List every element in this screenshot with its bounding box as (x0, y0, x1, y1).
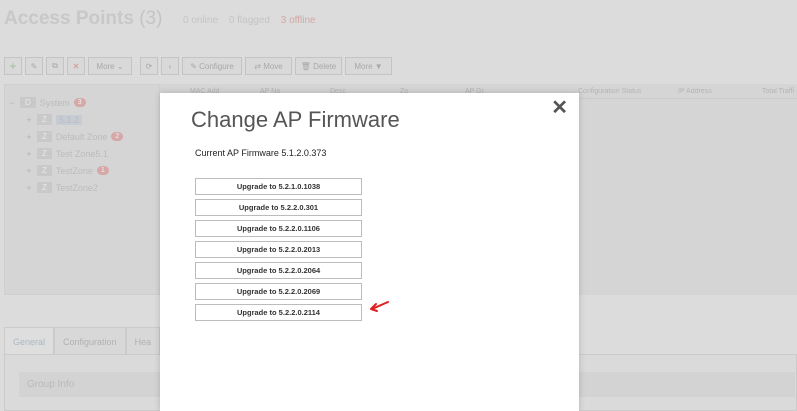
plus-icon[interactable]: + (4, 57, 22, 75)
move-label: Move (263, 61, 283, 71)
offline-count: 3 offline (280, 15, 316, 26)
red-arrow-icon (370, 301, 389, 312)
expand-icon[interactable]: + (25, 149, 33, 159)
tree-item-label: TestZone (55, 165, 93, 176)
upgrade-button[interactable]: Upgrade to 5.2.2.0.1106 (195, 220, 362, 237)
tree-item-label: 5.1.2 (55, 114, 82, 125)
tree-item-label: TestZone2 (55, 182, 98, 193)
page-title-text: Access Points (4, 8, 134, 29)
tree-item-zone[interactable]: + Z TestZone 1 (25, 165, 109, 176)
tree-toolbar: + ✎ ⧉ ✕ More ⌄ (4, 57, 132, 75)
page-title-count: (3) (139, 8, 163, 29)
dialog-title: Change AP Firmware (191, 107, 400, 132)
tree-item-label: Default Zone (55, 131, 108, 142)
column-header[interactable]: Total Traffi (762, 88, 794, 95)
upgrade-button[interactable]: Upgrade to 5.2.2.0.2064 (195, 262, 362, 279)
domain-tag: D (20, 97, 36, 108)
tree-item-badge: 3 (73, 98, 86, 107)
grid-toolbar: ⟳ ‹ ✎ Configure ⇄ Move 🗑 Delete More ▼ (140, 57, 392, 75)
tree-item-zone[interactable]: + Z 5.1.2 (25, 114, 82, 125)
grid-more-label: More ▼ (354, 61, 383, 71)
tab-configuration[interactable]: Configuration (54, 327, 126, 355)
zone-tag: Z (37, 114, 52, 125)
zone-tag: Z (37, 165, 52, 176)
tree-more-button[interactable]: More ⌄ (88, 57, 132, 75)
zone-tag: Z (37, 182, 52, 193)
configure-label: Configure (199, 61, 234, 71)
tree-item-badge: 2 (111, 132, 124, 141)
online-count: 0 online (183, 15, 219, 26)
zone-tag: Z (37, 148, 52, 159)
tree-item-system[interactable]: − D System 3 (8, 97, 86, 108)
expand-icon[interactable]: + (25, 166, 33, 176)
flagged-count: 0 flagged (228, 15, 270, 26)
upgrade-button[interactable]: Upgrade to 5.2.2.0.2069 (195, 283, 362, 300)
column-header[interactable]: IP Address (678, 88, 712, 95)
expand-icon[interactable]: + (25, 115, 33, 125)
delete-label: Delete (313, 61, 337, 71)
upgrade-button[interactable]: Upgrade to 5.2.2.0.2013 (195, 241, 362, 258)
current-firmware-text: Current AP Firmware 5.1.2.0.373 (195, 148, 327, 158)
refresh-icon[interactable]: ⟳ (140, 57, 158, 75)
tree-item-badge: 1 (96, 166, 109, 175)
change-firmware-dialog: Change AP Firmware ✕ Current AP Firmware… (160, 93, 579, 411)
tree-item-zone[interactable]: + Z Default Zone 2 (25, 131, 124, 142)
tree-item-zone[interactable]: + Z TestZone2 (25, 182, 98, 193)
move-button[interactable]: ⇄ Move (245, 57, 292, 75)
close-icon[interactable]: ✕ (551, 98, 568, 118)
zone-tag: Z (37, 131, 52, 142)
upgrade-button[interactable]: Upgrade to 5.2.2.0.2114 (195, 304, 362, 321)
tab-general[interactable]: General (4, 327, 55, 355)
upgrade-button[interactable]: Upgrade to 5.2.1.0.1038 (195, 178, 362, 195)
tree-item-zone[interactable]: + Z Test Zone5.1 (25, 148, 108, 159)
chevron-left-icon[interactable]: ‹ (161, 57, 179, 75)
x-icon[interactable]: ✕ (67, 57, 85, 75)
copy-icon[interactable]: ⧉ (46, 57, 64, 75)
expand-icon[interactable]: + (25, 183, 33, 193)
tab-health[interactable]: Hea (125, 327, 161, 355)
page-title: Access Points (3) (4, 8, 162, 30)
upgrade-list: Upgrade to 5.2.1.0.1038 Upgrade to 5.2.2… (195, 178, 362, 325)
tree-more-label: More (96, 61, 115, 71)
upgrade-button[interactable]: Upgrade to 5.2.2.0.301 (195, 199, 362, 216)
tree-item-label: Test Zone5.1 (55, 148, 108, 159)
collapse-icon[interactable]: − (8, 98, 16, 108)
ap-stats: 0 online 0 flagged 3 offline (183, 15, 324, 26)
tree-item-label: System (39, 97, 70, 108)
expand-icon[interactable]: + (25, 132, 33, 142)
delete-button[interactable]: 🗑 Delete (295, 57, 342, 75)
detail-tabs: General Configuration Hea (4, 327, 161, 355)
column-header[interactable]: Configuration Status (578, 88, 641, 95)
configure-button[interactable]: ✎ Configure (182, 57, 242, 75)
zone-tree: − D System 3 + Z 5.1.2 + Z Default Zone … (4, 84, 160, 295)
grid-more-button[interactable]: More ▼ (345, 57, 392, 75)
pencil-icon[interactable]: ✎ (25, 57, 43, 75)
